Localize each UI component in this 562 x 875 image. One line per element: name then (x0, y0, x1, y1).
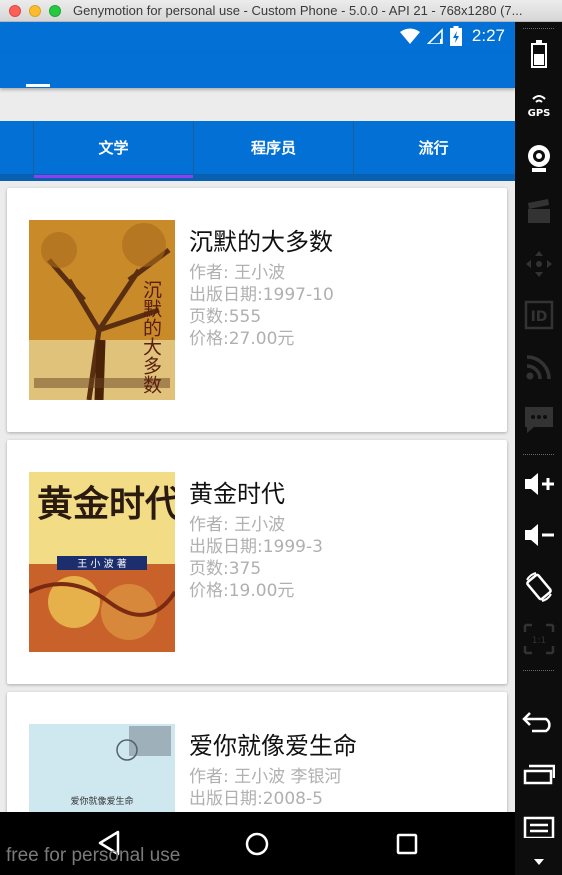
gps-label: GPS (527, 108, 550, 118)
cover-title: 黄金时代 (37, 483, 175, 525)
gps-icon[interactable]: GPS (515, 85, 562, 125)
book-author: 作者: 王小波 (189, 263, 286, 283)
book-cover: 沉默的大多数 (29, 220, 175, 400)
cover-title: 沉默的大多数 (140, 280, 162, 394)
book-meta: 作者: 王小波 李银河 出版日期:2008-5 (189, 766, 342, 810)
rotate-icon[interactable] (515, 567, 562, 607)
book-card[interactable]: 沉默的大多数 沉默的大多数 作者: 王小波 出版日期:1997-10 页数:55… (7, 188, 507, 432)
status-bar: 2:27 (0, 22, 515, 52)
window-title: Genymotion for personal use - Custom Pho… (73, 3, 523, 18)
tab-label: 程序员 (250, 139, 296, 157)
window-controls (9, 4, 61, 17)
book-cover: 黄金时代 王 小 波 著 (29, 472, 175, 652)
book-date: 出版日期:1999-3 (189, 537, 323, 557)
cover-title: 爱你就像爱生命 (70, 795, 133, 807)
wifi-icon (399, 28, 420, 44)
window-titlebar: Genymotion for personal use - Custom Pho… (0, 0, 562, 22)
recent-apps-icon[interactable] (515, 754, 562, 794)
book-title: 黄金时代 (189, 480, 285, 508)
id-label: ID (530, 309, 547, 325)
overview-square-icon[interactable] (396, 833, 418, 855)
tab-popular[interactable]: 流行 (353, 121, 513, 174)
book-pages: 页数:375 (189, 559, 262, 579)
close-window-button[interactable] (9, 4, 21, 17)
device-screen: 2:27 文学 程序员 流行 沉默的大多数 沉默的大多数 作者: 王小波 出版日… (0, 22, 515, 875)
battery-charging-icon (449, 26, 462, 46)
volume-up-icon[interactable] (515, 464, 562, 504)
book-price: 价格:19.00元 (189, 581, 295, 601)
watermark-text: free for personal use (6, 845, 181, 866)
book-title: 沉默的大多数 (189, 228, 333, 256)
maximize-window-button[interactable] (49, 4, 61, 17)
book-author: 作者: 王小波 (189, 515, 286, 535)
category-tabs: 文学 程序员 流行 (0, 121, 515, 181)
camera-icon[interactable] (515, 139, 562, 179)
status-time: 2:27 (471, 26, 505, 45)
tab-label: 文学 (98, 139, 129, 157)
book-meta: 作者: 王小波 出版日期:1999-3 页数:375 价格:19.00元 (189, 514, 323, 602)
book-pages: 页数:555 (189, 307, 262, 327)
book-date: 出版日期:2008-5 (189, 789, 323, 809)
dpad-icon[interactable] (515, 244, 562, 284)
scale-icon[interactable]: 1:1 (515, 619, 562, 659)
book-price: 价格:27.00元 (189, 329, 295, 349)
cover-art-golden-age: 黄金时代 王 小 波 著 (29, 472, 175, 652)
book-title: 爱你就像爱生命 (189, 732, 357, 760)
minimize-window-button[interactable] (29, 4, 41, 17)
chevron-down-icon[interactable] (534, 859, 544, 865)
emulator-toolbar: GPS ID 1:1 (515, 22, 562, 875)
scale-label: 1:1 (531, 636, 545, 646)
battery-icon[interactable] (515, 34, 562, 74)
app-toolbar (0, 52, 515, 88)
tab-literature[interactable]: 文学 (33, 121, 193, 178)
back-icon[interactable] (515, 702, 562, 742)
home-circle-icon[interactable] (245, 832, 269, 856)
book-meta: 作者: 王小波 出版日期:1997-10 页数:555 价格:27.00元 (189, 262, 334, 350)
tab-label: 流行 (418, 139, 449, 157)
status-icons: 2:27 (399, 26, 505, 46)
volume-down-icon[interactable] (515, 515, 562, 555)
book-author: 作者: 王小波 李银河 (189, 767, 342, 787)
tab-programmer[interactable]: 程序员 (193, 121, 353, 174)
cover-subtitle: 王 小 波 著 (77, 557, 127, 570)
book-card[interactable]: 黄金时代 王 小 波 著 黄金时代 作者: 王小波 出版日期:1999-3 页数… (7, 440, 507, 684)
id-icon[interactable]: ID (515, 295, 562, 335)
menu-icon[interactable] (515, 807, 562, 847)
cover-art-tree: 沉默的大多数 (29, 220, 175, 400)
signal-icon (426, 28, 443, 44)
rss-icon[interactable] (515, 347, 562, 387)
video-icon[interactable] (515, 192, 562, 232)
sms-icon[interactable] (515, 400, 562, 440)
toolbar-indicator[interactable] (26, 84, 50, 87)
book-date: 出版日期:1997-10 (189, 285, 334, 305)
